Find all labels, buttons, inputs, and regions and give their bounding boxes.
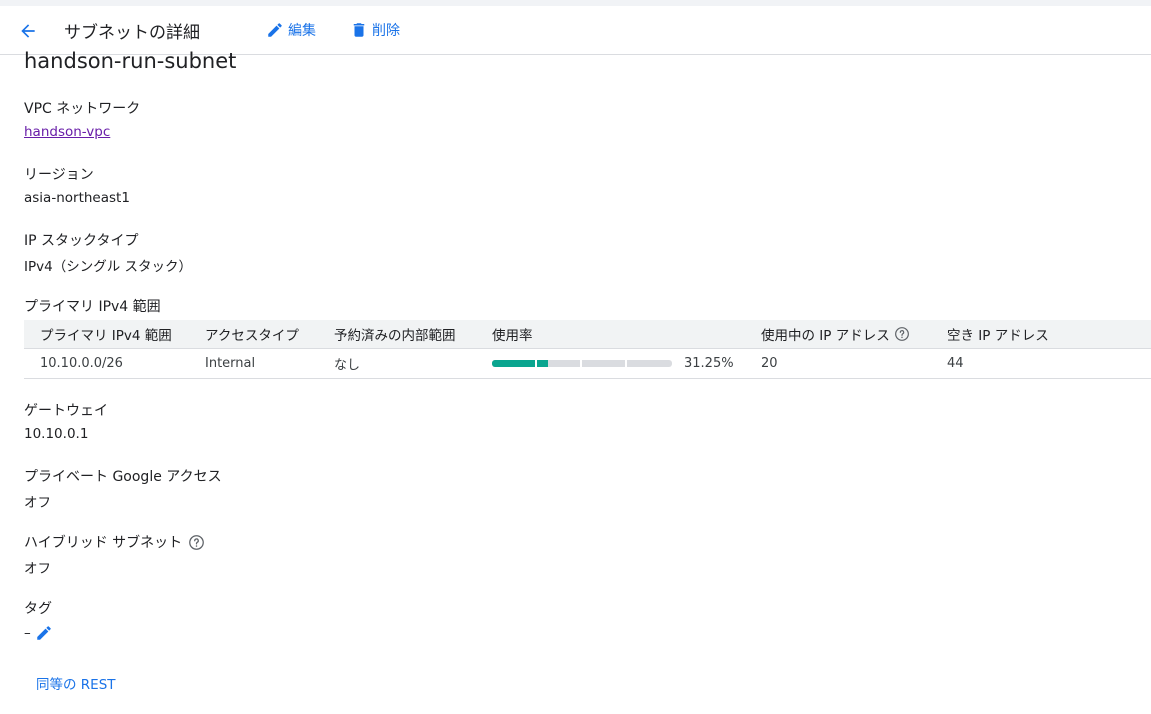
back-button[interactable] [14, 17, 42, 45]
stack-type-value: IPv4（シングル スタック） [24, 259, 192, 275]
usage-bar-divider [535, 360, 537, 367]
gateway-label: ゲートウェイ [24, 403, 108, 419]
private-google-access-value: オフ [24, 495, 51, 511]
equivalent-rest-link[interactable]: 同等の REST [36, 673, 116, 693]
usage-bar [492, 360, 672, 367]
edit-button-label: 編集 [288, 23, 316, 39]
column-header-used-ips: 使用中の IP アドレス [761, 320, 910, 348]
delete-button-label: 削除 [372, 23, 400, 39]
hybrid-subnet-label: ハイブリッド サブネット [24, 532, 205, 552]
region-value: asia-northeast1 [24, 190, 130, 206]
hybrid-subnet-label-text: ハイブリッド サブネット [24, 535, 183, 551]
usage-bar-divider [580, 360, 582, 367]
edit-button[interactable]: 編集 [266, 19, 316, 41]
column-header-used-ips-label: 使用中の IP アドレス [761, 328, 890, 344]
usage-bar-fill [492, 360, 549, 367]
pencil-icon[interactable] [35, 624, 53, 642]
private-google-access-label: プライベート Google アクセス [24, 469, 222, 485]
page-header: サブネットの詳細 編集 削除 [0, 6, 1151, 55]
region-label: リージョン [24, 167, 94, 183]
column-header-reserved: 予約済みの内部範囲 [334, 328, 456, 344]
primary-range-label: プライマリ IPv4 範囲 [24, 299, 161, 315]
gateway-value: 10.10.0.1 [24, 426, 89, 442]
table-row: 10.10.0.0/26 Internal なし 31.25% 20 44 [24, 349, 1151, 379]
vpc-network-label: VPC ネットワーク [24, 101, 141, 117]
tags-value-row: – [24, 624, 53, 642]
column-header-access: アクセスタイプ [205, 328, 299, 344]
cell-access: Internal [205, 356, 256, 371]
column-header-free-ips: 空き IP アドレス [947, 328, 1049, 344]
help-circle-icon[interactable] [894, 326, 910, 342]
hybrid-subnet-value: オフ [24, 561, 51, 577]
help-circle-icon[interactable] [188, 534, 205, 551]
usage-bar-divider [625, 360, 627, 367]
table-header: プライマリ IPv4 範囲 アクセスタイプ 予約済みの内部範囲 使用率 使用中の… [24, 320, 1151, 349]
trash-icon [353, 23, 365, 37]
delete-button[interactable]: 削除 [350, 19, 400, 41]
primary-range-table: プライマリ IPv4 範囲 アクセスタイプ 予約済みの内部範囲 使用率 使用中の… [24, 320, 1151, 379]
cell-usage-percent: 31.25% [684, 356, 734, 371]
page-title: サブネットの詳細 [64, 23, 200, 43]
cell-free-ips: 44 [947, 356, 964, 371]
tags-value: – [24, 625, 31, 641]
vpc-network-value: handson-vpc [24, 124, 110, 140]
cell-reserved: なし [334, 358, 361, 373]
column-header-range: プライマリ IPv4 範囲 [40, 328, 172, 344]
pencil-icon [268, 23, 282, 37]
subnet-name: handson-run-subnet [24, 49, 237, 73]
column-header-usage: 使用率 [492, 328, 533, 344]
arrow-back-icon [21, 24, 35, 38]
tags-label: タグ [24, 601, 52, 617]
stack-type-label: IP スタックタイプ [24, 233, 139, 249]
cell-used-ips: 20 [761, 356, 778, 371]
cell-range: 10.10.0.0/26 [40, 356, 123, 371]
vpc-network-link[interactable]: handson-vpc [24, 124, 110, 140]
